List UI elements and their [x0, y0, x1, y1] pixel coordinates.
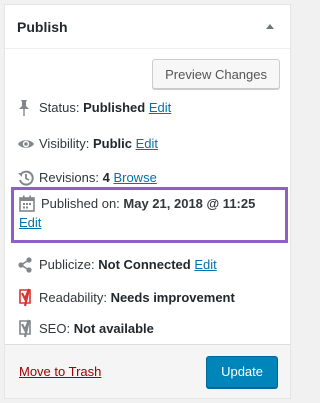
publish-panel: Publish Preview Changes Status: Publishe… [4, 4, 291, 399]
published-on-row: Published on: May 21, 2018 @ 11:25 Edit [19, 194, 281, 232]
status-label: Status: [39, 100, 80, 115]
readability-label: Readability: [39, 290, 107, 305]
panel-title: Publish [17, 18, 68, 35]
move-to-trash-link[interactable]: Move to Trash [19, 364, 101, 379]
visibility-value: Public [92, 136, 132, 151]
publicize-value: Not Connected [98, 257, 191, 272]
readability-value: Needs improvement [110, 290, 235, 305]
preview-row: Preview Changes [5, 49, 290, 89]
published-on-date: May 21, 2018 @ 11:25 [123, 196, 256, 211]
yoast-red-icon [17, 288, 39, 308]
seo-label: SEO: [39, 321, 71, 336]
visibility-label: Visibility: [39, 136, 90, 151]
calendar-icon [19, 195, 41, 212]
visibility-row: Visibility: Public Edit [17, 134, 282, 154]
publicize-label: Publicize: [39, 257, 95, 272]
status-row: Status: Published Edit [17, 98, 282, 118]
readability-row: Readability: Needs improvement [17, 288, 282, 308]
update-button[interactable]: Update [206, 355, 278, 388]
revisions-row: Revisions: 4 Browse [17, 168, 282, 188]
revisions-count: 4 [102, 170, 110, 185]
status-value: Published [83, 100, 146, 115]
seo-value: Not available [73, 321, 154, 336]
published-on-edit-link[interactable]: Edit [19, 215, 41, 230]
collapse-toggle-icon[interactable] [264, 21, 276, 33]
visibility-edit-link[interactable]: Edit [136, 136, 158, 151]
publicize-edit-link[interactable]: Edit [194, 257, 216, 272]
history-icon [17, 168, 39, 188]
yoast-gray-icon [17, 319, 39, 339]
eye-icon [17, 134, 39, 154]
preview-changes-button[interactable]: Preview Changes [152, 59, 280, 89]
pin-icon [17, 98, 39, 118]
share-icon [17, 255, 39, 275]
status-edit-link[interactable]: Edit [149, 100, 171, 115]
publicize-row: Publicize: Not Connected Edit [17, 255, 282, 275]
published-on-label: Published on: [41, 196, 120, 211]
panel-footer: Move to Trash Update [5, 344, 290, 398]
panel-header: Publish [5, 5, 290, 49]
revisions-label: Revisions: [39, 170, 99, 185]
seo-row: SEO: Not available [17, 319, 282, 339]
revisions-browse-link[interactable]: Browse [113, 170, 156, 185]
